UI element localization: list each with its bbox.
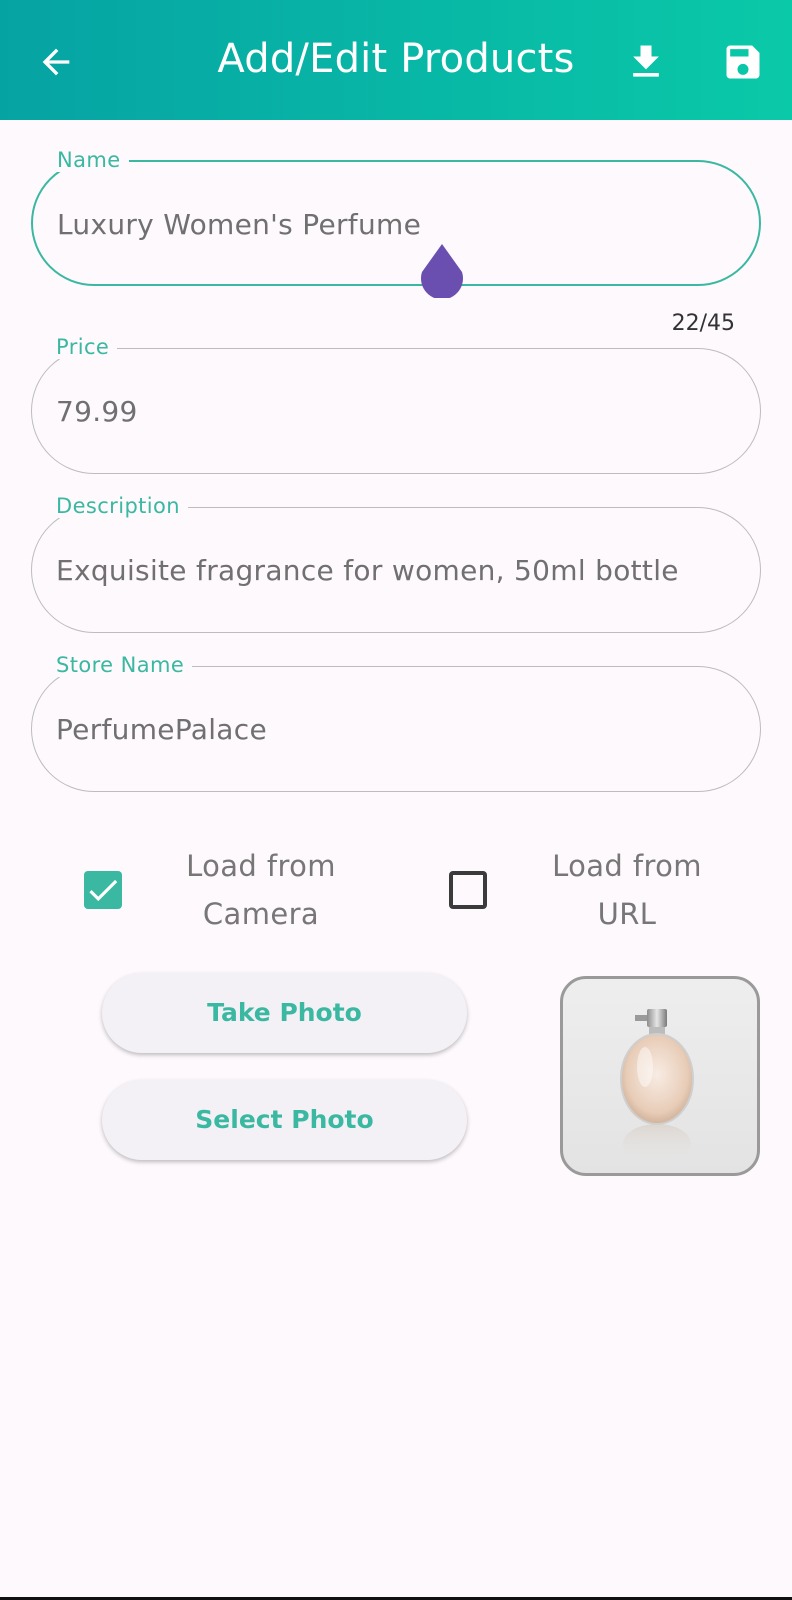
load-from-camera-checkbox[interactable] — [84, 871, 122, 909]
name-char-counter: 22/45 — [671, 311, 735, 336]
name-label: Name — [49, 148, 129, 172]
store-name-field[interactable]: Store Name PerfumePalace — [31, 653, 761, 792]
url-label-line1: Load from — [552, 849, 702, 883]
description-value[interactable]: Exquisite fragrance for women, 50ml bott… — [56, 554, 679, 587]
load-from-url-label: Load from URL — [536, 842, 718, 938]
take-photo-button[interactable]: Take Photo — [102, 973, 467, 1053]
load-from-url-checkbox[interactable] — [449, 871, 487, 909]
select-photo-button[interactable]: Select Photo — [102, 1080, 467, 1160]
name-value[interactable]: Luxury Women's Perfume — [57, 208, 421, 241]
save-icon[interactable] — [721, 40, 765, 84]
perfume-bottle-image — [620, 1009, 694, 1164]
description-label: Description — [48, 494, 189, 518]
camera-label-line1: Load from — [186, 849, 336, 883]
price-field[interactable]: Price 79.99 — [31, 335, 761, 474]
price-value[interactable]: 79.99 — [56, 395, 138, 428]
download-icon[interactable] — [624, 40, 668, 84]
load-from-camera-label: Load from Camera — [170, 842, 352, 938]
url-label-line2: URL — [597, 897, 657, 931]
price-label: Price — [48, 335, 118, 359]
product-image[interactable] — [560, 976, 760, 1176]
description-field[interactable]: Description Exquisite fragrance for wome… — [31, 494, 761, 633]
page-title: Add/Edit Products — [217, 36, 575, 82]
camera-label-line2: Camera — [202, 897, 320, 931]
app-bar: Add/Edit Products — [0, 0, 792, 120]
check-icon — [89, 879, 118, 902]
store-name-label: Store Name — [48, 653, 193, 677]
name-field[interactable]: Name Luxury Women's Perfume — [31, 148, 761, 286]
store-name-value[interactable]: PerfumePalace — [56, 713, 267, 746]
text-cursor-handle-icon[interactable] — [419, 244, 465, 298]
